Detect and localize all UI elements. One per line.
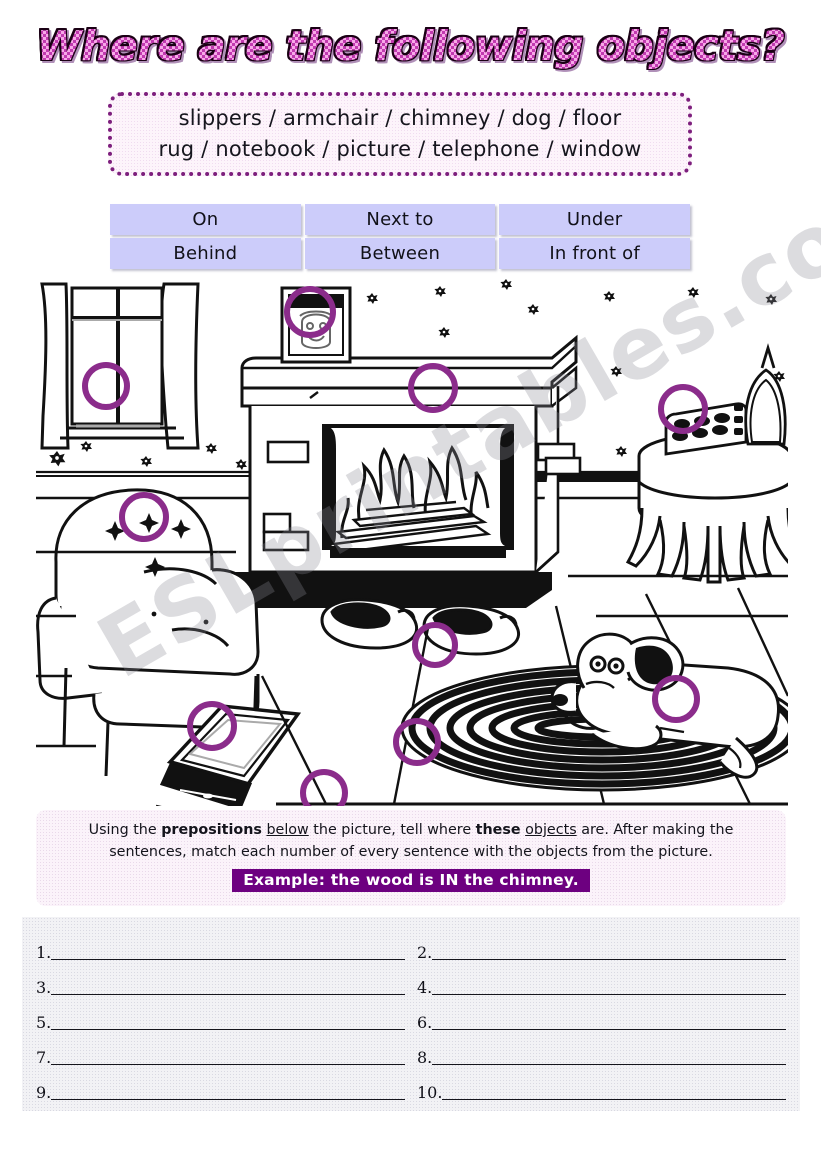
instruction-bold-these: these (475, 822, 521, 838)
example-banner: Example: the wood is IN the chimney. (232, 868, 590, 892)
fireplace-drawing (222, 334, 582, 608)
answer-rule[interactable] (432, 994, 786, 995)
instructions-box: Using the prepositions below the picture… (36, 810, 786, 906)
answer-number: 4. (417, 978, 433, 997)
example-banner-wrap: Example: the wood is IN the chimney. (52, 864, 770, 892)
word-bank-line-2: rug / notebook / picture / telephone / w… (158, 137, 642, 161)
window-drawing (40, 282, 200, 450)
answer-row: 9. 10. (36, 1067, 786, 1102)
answer-rule[interactable] (51, 959, 405, 960)
answer-number: 1. (36, 943, 52, 962)
answer-number: 10. (417, 1083, 443, 1102)
word-bank: slippers / armchair / chimney / dog / fl… (108, 92, 692, 176)
answer-item-8[interactable]: 8. (417, 1032, 786, 1067)
word-bank-line-1: slippers / armchair / chimney / dog / fl… (178, 105, 622, 130)
answer-lines-section: 1. 2. 3. 4. 5. 6. 7. 8. 9. 10. (22, 917, 800, 1111)
answer-rule[interactable] (51, 1099, 405, 1100)
answer-item-4[interactable]: 4. (417, 962, 786, 997)
answer-number: 6. (417, 1013, 433, 1032)
instruction-underline-below: below (266, 822, 309, 838)
page-title: Where are the following objects? (36, 22, 785, 70)
answer-item-7[interactable]: 7. (36, 1032, 405, 1067)
preposition-cell-on[interactable]: On (110, 204, 301, 235)
answer-number: 8. (417, 1048, 433, 1067)
instruction-bold-prepositions: prepositions (161, 822, 262, 838)
preposition-cell-between[interactable]: Between (304, 238, 496, 269)
answer-row: 1. 2. (36, 927, 786, 962)
instruction-text-part5: are. After making the (576, 822, 734, 838)
instruction-text-part1: Using the (88, 822, 162, 838)
answer-rule[interactable] (432, 1029, 786, 1030)
answer-number: 5. (36, 1013, 52, 1032)
preposition-cell-in-front-of[interactable]: In front of (499, 238, 690, 269)
answer-row: 7. 8. (36, 1032, 786, 1067)
answer-item-6[interactable]: 6. (417, 997, 786, 1032)
preposition-cell-behind[interactable]: Behind (110, 238, 301, 269)
answer-row: 3. 4. (36, 962, 786, 997)
answer-rule[interactable] (51, 994, 405, 995)
answer-number: 9. (36, 1083, 52, 1102)
answer-item-10[interactable]: 10. (417, 1067, 786, 1102)
preposition-table: On Next to Under Behind Between In front… (110, 204, 690, 269)
answer-rule[interactable] (51, 1029, 405, 1030)
answer-number: 3. (36, 978, 52, 997)
answer-item-9[interactable]: 9. (36, 1067, 405, 1102)
instruction-underline-objects: objects (525, 822, 577, 838)
instruction-line-2: sentences, match each number of every se… (109, 844, 713, 861)
page-title-container: Where are the following objects? (0, 22, 821, 70)
answer-item-3[interactable]: 3. (36, 962, 405, 997)
answer-item-5[interactable]: 5. (36, 997, 405, 1032)
answer-rule[interactable] (442, 1099, 786, 1100)
answer-number: 7. (36, 1048, 52, 1067)
preposition-cell-under[interactable]: Under (499, 204, 690, 235)
instruction-text-part3: the picture, tell where (308, 822, 476, 838)
answer-rule[interactable] (432, 1064, 786, 1065)
answer-rule[interactable] (51, 1064, 405, 1065)
answer-item-2[interactable]: 2. (417, 927, 786, 962)
living-room-illustration (36, 276, 788, 806)
preposition-cell-next-to[interactable]: Next to (304, 204, 496, 235)
answer-item-1[interactable]: 1. (36, 927, 405, 962)
answer-rule[interactable] (432, 959, 786, 960)
answer-number: 2. (417, 943, 433, 962)
instruction-line-1: Using the prepositions below the picture… (52, 819, 770, 841)
answer-row: 5. 6. (36, 997, 786, 1032)
